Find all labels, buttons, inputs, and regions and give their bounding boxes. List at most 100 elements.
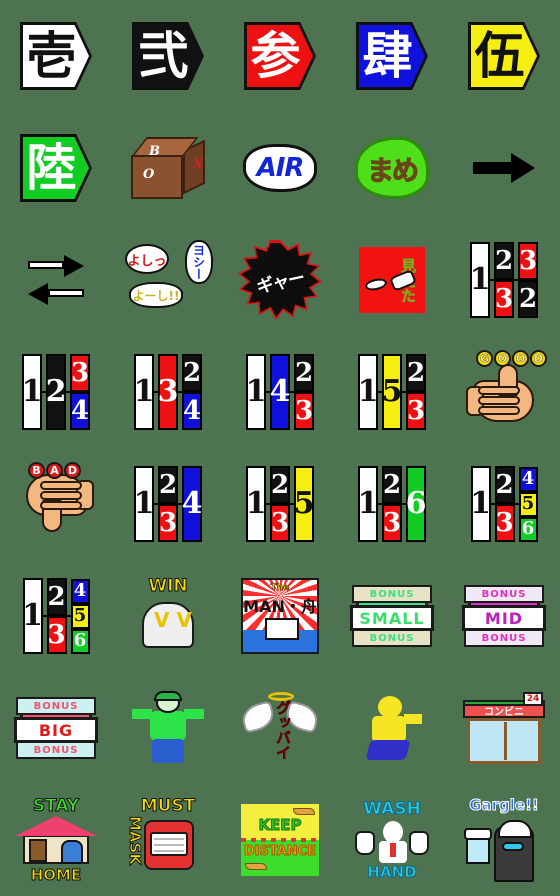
figure-part: [184, 709, 204, 719]
emoji-cell-good[interactable]: GOOD: [448, 336, 560, 448]
running-figure[interactable]: [346, 682, 438, 774]
emoji-cell-mieta[interactable]: 見えた: [336, 224, 448, 336]
emoji-cell-box[interactable]: BO X: [112, 112, 224, 224]
emoji-cell-keep-distance[interactable]: KEEP DISTANCE: [224, 784, 336, 896]
emoji-cell-combo-1-23-32[interactable]: 12332: [448, 224, 560, 336]
card-title: MAN・舟: [243, 597, 317, 616]
pentagon-kanji-5[interactable]: 伍: [458, 10, 550, 102]
emoji-cell-runner[interactable]: [336, 672, 448, 784]
stay-home-sticker[interactable]: STAY HOME: [10, 794, 102, 886]
emoji-cell-yoshi[interactable]: よしっ ヨシー よーし!!: [112, 224, 224, 336]
emoji-cell-gargle[interactable]: Gargle!!: [448, 784, 560, 896]
number-combo[interactable]: 1523: [346, 346, 438, 438]
emoji-cell-kanji-go[interactable]: 伍: [448, 0, 560, 112]
badge-text: BONUS: [352, 585, 432, 603]
badge-text: MID: [462, 605, 546, 631]
small-bonus-badge[interactable]: BONUS BONUS SMALL: [346, 570, 438, 662]
red-square-mieta[interactable]: 見えた: [346, 234, 438, 326]
emoji-cell-konbini[interactable]: コンビニ 24: [448, 672, 560, 784]
pentagon-kanji-3[interactable]: 参: [234, 10, 326, 102]
letter-cap: O: [494, 350, 511, 367]
speech-bubbles-yoshi[interactable]: よしっ ヨシー よーし!!: [122, 234, 214, 326]
starburst-gyaa[interactable]: ギャー: [234, 234, 326, 326]
green-bean-mame[interactable]: まめ: [346, 122, 438, 214]
two-way-arrows[interactable]: [10, 234, 102, 326]
number-combo[interactable]: 1234: [10, 346, 102, 438]
number-combo[interactable]: 1235: [234, 458, 326, 550]
emoji-cell-arrow-right[interactable]: [448, 112, 560, 224]
emoji-cell-kanji-ni[interactable]: 弐: [112, 0, 224, 112]
emoji-cell-combo-1-23-4[interactable]: 1234: [112, 448, 224, 560]
emoji-cell-the-man[interactable]: The MAN・舟: [224, 560, 336, 672]
number-combo[interactable]: 12332: [458, 234, 550, 326]
kanji-glyph: 肆: [362, 27, 413, 85]
pentagon-kanji-6[interactable]: 陸: [10, 122, 102, 214]
number-tile: 2: [294, 354, 314, 392]
24h-tag: 24: [523, 692, 543, 706]
gargle-sticker[interactable]: Gargle!!: [458, 794, 550, 886]
cardboard-box[interactable]: BO X: [122, 122, 214, 214]
number-combo[interactable]: 123456: [10, 570, 102, 662]
emoji-cell-small-bonus[interactable]: BONUS BONUS SMALL: [336, 560, 448, 672]
emoji-cell-kanji-san[interactable]: 参: [224, 0, 336, 112]
emoji-cell-combo-1-4-23[interactable]: 1423: [224, 336, 336, 448]
emoji-cell-kanji-shi[interactable]: 肆: [336, 0, 448, 112]
emoji-cell-wash-hand[interactable]: WASH HAND: [336, 784, 448, 896]
number-tile: 2: [158, 466, 178, 504]
emoji-cell-air[interactable]: AIR: [224, 112, 336, 224]
number-tile: 4: [182, 466, 202, 542]
wash-hand-sticker[interactable]: WASH HAND: [346, 794, 438, 886]
emoji-cell-win[interactable]: V V WIN: [112, 560, 224, 672]
number-combo[interactable]: 1234: [122, 458, 214, 550]
letter-cap: D: [64, 462, 81, 479]
emoji-cell-combo-1-2-34[interactable]: 1234: [0, 336, 112, 448]
convenience-store[interactable]: コンビニ 24: [458, 682, 550, 774]
number-tile: 1: [358, 466, 378, 542]
number-tile: 2: [46, 354, 66, 430]
pentagon-kanji-1[interactable]: 壱: [10, 10, 102, 102]
emoji-cell-gyaa[interactable]: ギャー: [224, 224, 336, 336]
emoji-cell-kanji-roku[interactable]: 陸: [0, 112, 112, 224]
emoji-cell-big-bonus[interactable]: BONUS BONUS BIG: [0, 672, 112, 784]
right-arrow[interactable]: [458, 122, 550, 214]
emoji-cell-mid-bonus[interactable]: BONUS BONUS MID: [448, 560, 560, 672]
badge-text: BONUS: [464, 629, 544, 647]
emoji-cell-stay-home[interactable]: STAY HOME: [0, 784, 112, 896]
number-tile: 3: [518, 242, 538, 280]
mid-bonus-badge[interactable]: BONUS BONUS MID: [458, 570, 550, 662]
emoji-cell-combo-1-5-23[interactable]: 1523: [336, 336, 448, 448]
emoji-cell-green-man[interactable]: [112, 672, 224, 784]
angel-wings-goodbye[interactable]: グッバイ: [234, 682, 326, 774]
thumbs-down-bad[interactable]: BAD: [10, 458, 102, 550]
big-bonus-badge[interactable]: BONUS BONUS BIG: [10, 682, 102, 774]
the-man-boat-card[interactable]: The MAN・舟: [234, 570, 326, 662]
emoji-grid: 壱弐参肆伍陸BOXAIRまめよしっヨシーよーし!!ギャー見えた123321234…: [0, 0, 560, 896]
number-combo[interactable]: 1324: [122, 346, 214, 438]
emoji-cell-combo-1-456-23[interactable]: 123456: [0, 560, 112, 672]
emoji-cell-combo-1-3-24[interactable]: 1324: [112, 336, 224, 448]
keep-distance-sticker[interactable]: KEEP DISTANCE: [234, 794, 326, 886]
number-combo[interactable]: 1423: [234, 346, 326, 438]
speech-bubble: よーし!!: [129, 282, 183, 308]
number-tile: 2: [406, 354, 426, 392]
emoji-cell-mame[interactable]: まめ: [336, 112, 448, 224]
emoji-cell-combo-1-23-5[interactable]: 1235: [224, 448, 336, 560]
emoji-cell-must-mask[interactable]: MUST MASK: [112, 784, 224, 896]
number-tile: 3: [158, 504, 178, 542]
emoji-cell-bad[interactable]: BAD: [0, 448, 112, 560]
emoji-cell-goodbye[interactable]: グッバイ: [224, 672, 336, 784]
air-cloud-badge[interactable]: AIR: [234, 122, 326, 214]
number-combo[interactable]: 1236: [346, 458, 438, 550]
green-racer-figure[interactable]: [122, 682, 214, 774]
pentagon-kanji-4[interactable]: 肆: [346, 10, 438, 102]
pentagon-kanji-2[interactable]: 弐: [122, 10, 214, 102]
number-combo[interactable]: 123456: [458, 458, 550, 550]
emoji-cell-combo-1-23-456[interactable]: 123456: [448, 448, 560, 560]
emoji-cell-arrows-both[interactable]: [0, 224, 112, 336]
emoji-cell-kanji-ichi[interactable]: 壱: [0, 0, 112, 112]
must-mask-sticker[interactable]: MUST MASK: [122, 794, 214, 886]
number-tile: 1: [358, 354, 378, 430]
emoji-cell-combo-1-23-6[interactable]: 1236: [336, 448, 448, 560]
win-figure[interactable]: V V WIN: [122, 570, 214, 662]
thumbs-up-good[interactable]: GOOD: [458, 346, 550, 438]
